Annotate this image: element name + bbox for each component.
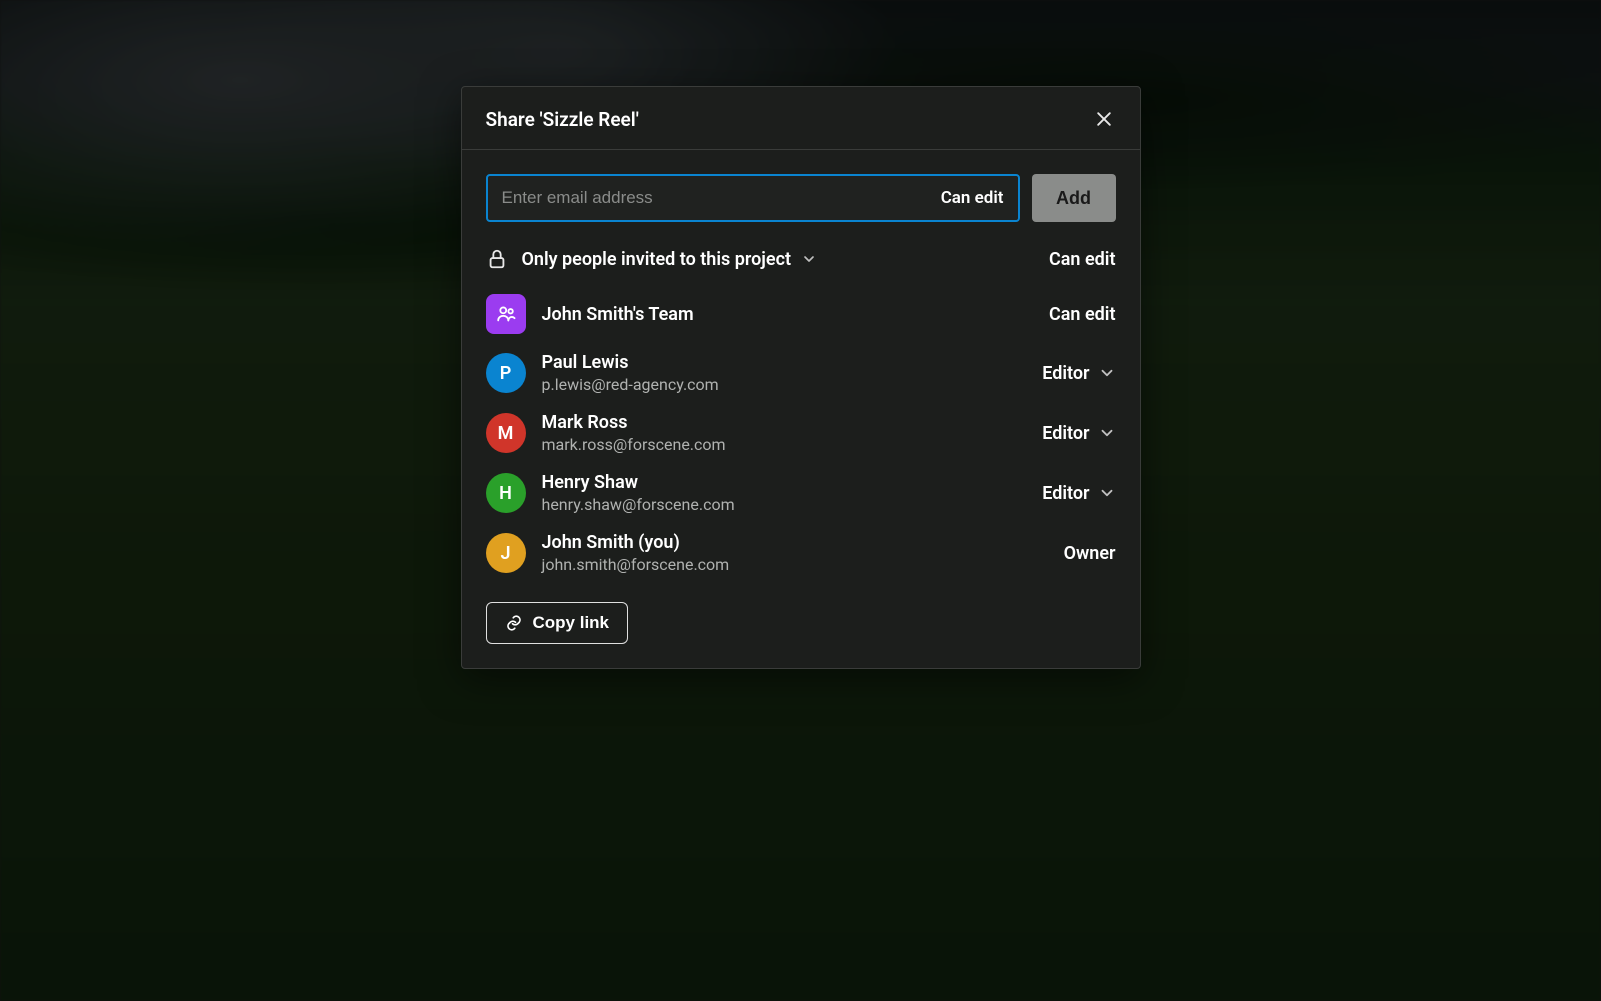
member-avatar: J bbox=[486, 533, 526, 573]
member-role-label: Owner bbox=[1064, 543, 1116, 564]
member-email: p.lewis@red-agency.com bbox=[542, 375, 719, 394]
member-name: Henry Shaw bbox=[542, 472, 735, 493]
link-access-dropdown[interactable]: Only people invited to this project bbox=[522, 249, 818, 270]
member-role-dropdown[interactable]: Editor bbox=[1042, 483, 1115, 504]
email-input[interactable] bbox=[502, 188, 941, 208]
member-email: john.smith@forscene.com bbox=[542, 555, 730, 574]
link-access-row: Only people invited to this project Can … bbox=[486, 240, 1116, 270]
link-icon bbox=[505, 614, 523, 632]
dialog-header: Share 'Sizzle Reel' bbox=[462, 87, 1140, 150]
email-input-wrap[interactable]: Can edit bbox=[486, 174, 1020, 222]
member-role-label: Editor bbox=[1042, 483, 1089, 504]
member-name: Mark Ross bbox=[542, 412, 726, 433]
close-button[interactable] bbox=[1092, 107, 1116, 131]
chevron-down-icon bbox=[1098, 364, 1116, 382]
link-access-label: Only people invited to this project bbox=[522, 249, 792, 270]
member-row: P Paul Lewis p.lewis@red-agency.com Editor bbox=[486, 352, 1116, 394]
member-role-label: Editor bbox=[1042, 363, 1089, 384]
member-avatar: M bbox=[486, 413, 526, 453]
chevron-down-icon bbox=[1098, 484, 1116, 502]
member-email: mark.ross@forscene.com bbox=[542, 435, 726, 454]
team-permission[interactable]: Can edit bbox=[1049, 304, 1116, 325]
dialog-footer: Copy link bbox=[486, 592, 1116, 644]
member-name: John Smith (you) bbox=[542, 532, 730, 553]
copy-link-button[interactable]: Copy link bbox=[486, 602, 629, 644]
dialog-title: Share 'Sizzle Reel' bbox=[486, 108, 639, 131]
member-row: H Henry Shaw henry.shaw@forscene.com Editor bbox=[486, 472, 1116, 514]
share-list: John Smith's Team Can edit P Paul Lewis p.… bbox=[486, 288, 1116, 574]
close-icon bbox=[1094, 109, 1114, 129]
copy-link-label: Copy link bbox=[533, 613, 610, 633]
link-access-permission[interactable]: Can edit bbox=[1049, 249, 1116, 270]
chevron-down-icon bbox=[1098, 424, 1116, 442]
member-email: henry.shaw@forscene.com bbox=[542, 495, 735, 514]
member-avatar: H bbox=[486, 473, 526, 513]
member-avatar: P bbox=[486, 353, 526, 393]
link-access-left: Only people invited to this project bbox=[486, 248, 818, 270]
member-role-label: Editor bbox=[1042, 423, 1089, 444]
add-button[interactable]: Add bbox=[1032, 174, 1116, 222]
member-row: J John Smith (you) john.smith@forscene.com… bbox=[486, 532, 1116, 574]
team-avatar bbox=[486, 294, 526, 334]
chevron-down-icon bbox=[801, 251, 817, 267]
member-row: M Mark Ross mark.ross@forscene.com Editor bbox=[486, 412, 1116, 454]
invite-permission-dropdown[interactable]: Can edit bbox=[941, 188, 1004, 208]
lock-icon bbox=[486, 248, 508, 270]
dialog-body: Can edit Add Only people invited to this… bbox=[462, 150, 1140, 668]
team-name: John Smith's Team bbox=[542, 304, 694, 325]
team-icon bbox=[495, 303, 517, 325]
team-row: John Smith's Team Can edit bbox=[486, 294, 1116, 334]
invite-row: Can edit Add bbox=[486, 174, 1116, 222]
share-dialog: Share 'Sizzle Reel' Can edit Add Only pe… bbox=[461, 86, 1141, 669]
member-role-dropdown[interactable]: Editor bbox=[1042, 363, 1115, 384]
member-name: Paul Lewis bbox=[542, 352, 719, 373]
member-role-dropdown[interactable]: Editor bbox=[1042, 423, 1115, 444]
